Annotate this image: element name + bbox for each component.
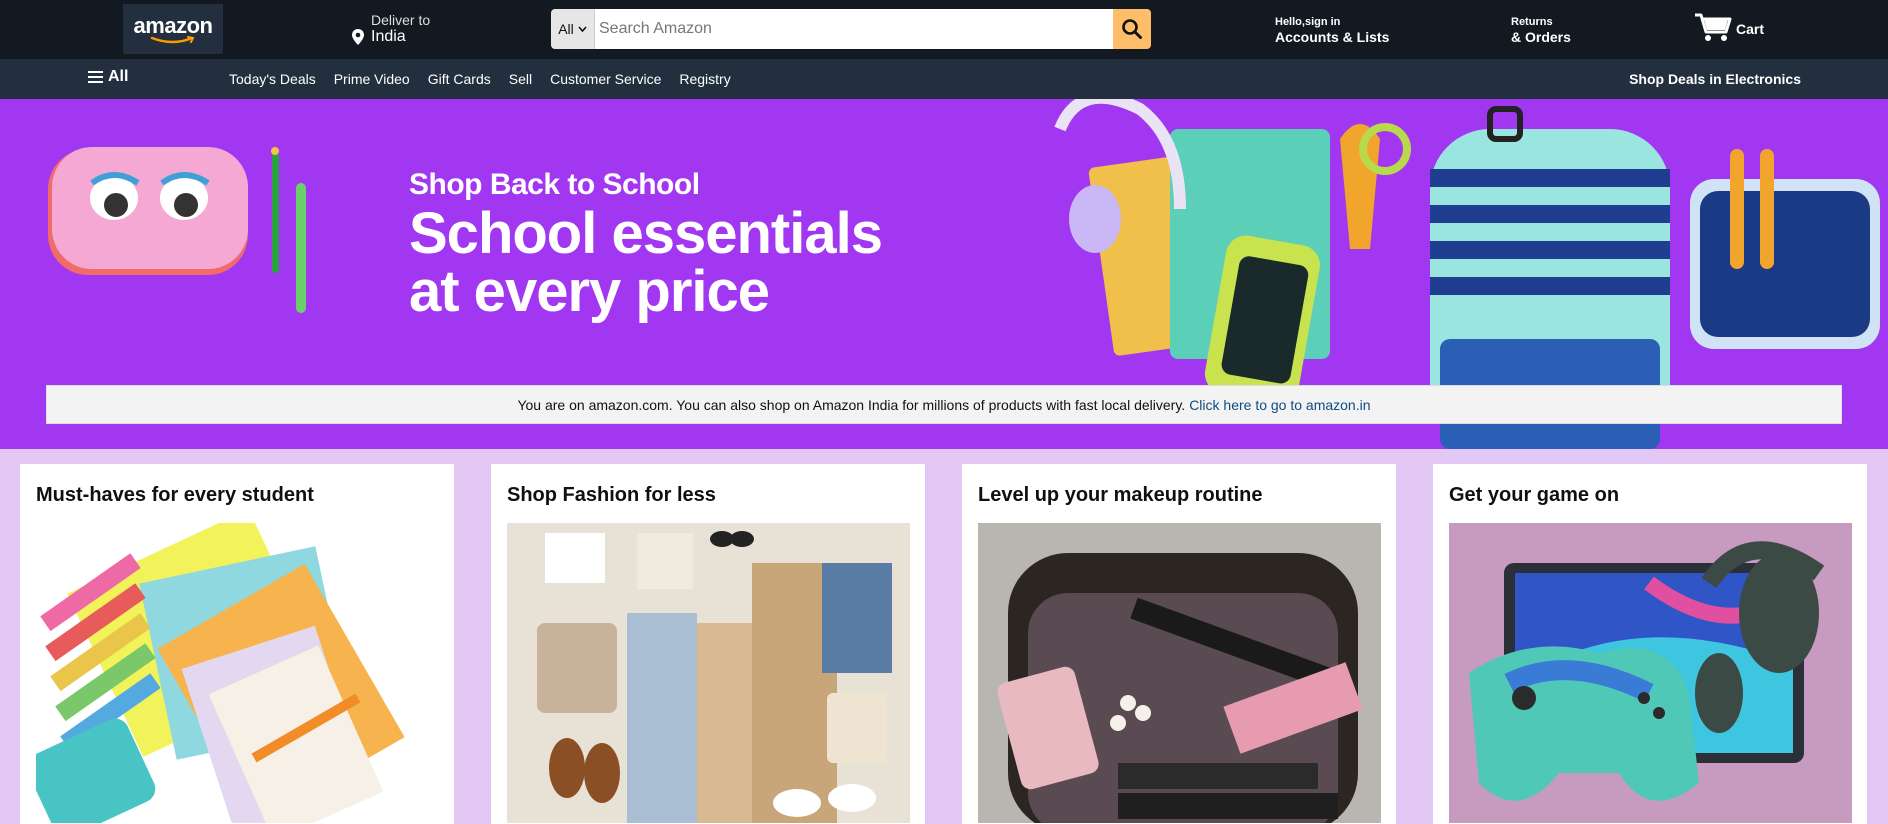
subnav-link-registry[interactable]: Registry [679, 71, 730, 87]
amazon-in-link[interactable]: Click here to go to amazon.in [1189, 397, 1370, 413]
search-icon [1122, 19, 1142, 39]
card-title: Level up your makeup routine [978, 484, 1263, 506]
subnav-link-customer-service[interactable]: Customer Service [550, 71, 661, 87]
cart-icon [1695, 13, 1732, 41]
top-navbar: amazon Deliver to India All H [0, 0, 1888, 59]
deliver-location: India [371, 28, 406, 45]
orders-label: & Orders [1511, 29, 1571, 45]
pencil-case-image [48, 147, 306, 313]
search-bar: All [551, 9, 1151, 49]
makeup-card-image[interactable] [978, 523, 1381, 823]
subnav-links: Today's Deals Prime Video Gift Cards Sel… [229, 71, 731, 87]
account-lists[interactable]: Hello,sign in Accounts & Lists [1275, 16, 1389, 46]
subnav-link-sell[interactable]: Sell [509, 71, 532, 87]
account-label: Accounts & Lists [1275, 29, 1390, 45]
all-menu-label: All [108, 68, 129, 85]
cart-label: Cart [1736, 21, 1765, 37]
gaming-card-image[interactable] [1449, 523, 1852, 823]
card-student-musthaves[interactable]: Must-haves for every student [20, 464, 454, 824]
card-title: Get your game on [1449, 484, 1620, 506]
card-gaming[interactable]: Get your game on [1433, 464, 1867, 824]
shop-deals-electronics-link[interactable]: Shop Deals in Electronics [1629, 71, 1801, 87]
card-title: Shop Fashion for less [507, 484, 716, 506]
all-menu-button[interactable]: All [88, 68, 128, 86]
location-pin-icon [352, 29, 364, 45]
subnav-link-gift-cards[interactable]: Gift Cards [428, 71, 491, 87]
hamburger-icon [88, 71, 103, 83]
amazon-logo[interactable]: amazon [123, 4, 223, 54]
hero-banner[interactable]: Shop Back to School School essentials at… [0, 99, 1888, 449]
amazon-india-notice: You are on amazon.com. You can also shop… [46, 385, 1842, 424]
subnav-link-todays-deals[interactable]: Today's Deals [229, 71, 316, 87]
deliver-to[interactable]: Deliver to India [350, 12, 430, 46]
returns-label: Returns [1511, 16, 1553, 28]
deliver-label: Deliver to [371, 12, 431, 28]
school-supplies-card-image[interactable] [36, 523, 439, 823]
notice-text: You are on amazon.com. You can also shop… [517, 396, 1186, 413]
card-fashion[interactable]: Shop Fashion for less [491, 464, 925, 824]
logo-text: amazon [133, 12, 213, 38]
sub-navbar: All Today's Deals Prime Video Gift Cards… [0, 59, 1888, 99]
search-category-select[interactable]: All [551, 9, 595, 49]
returns-orders[interactable]: Returns & Orders [1511, 16, 1571, 46]
search-input[interactable] [595, 9, 1113, 49]
search-category-label: All [558, 21, 574, 37]
search-button[interactable] [1113, 9, 1151, 49]
account-greeting: Hello,sign in [1275, 16, 1341, 28]
card-makeup[interactable]: Level up your makeup routine [962, 464, 1396, 824]
chevron-down-icon [578, 26, 587, 32]
fashion-card-image[interactable] [507, 523, 910, 823]
cart-button[interactable]: Cart [1694, 11, 1764, 43]
subnav-link-prime-video[interactable]: Prime Video [334, 71, 410, 87]
hero-kicker: Shop Back to School [409, 168, 700, 201]
smile-arrow-icon [150, 35, 195, 43]
card-title: Must-haves for every student [36, 484, 314, 506]
hero-title: School essentials at every price [409, 201, 883, 324]
